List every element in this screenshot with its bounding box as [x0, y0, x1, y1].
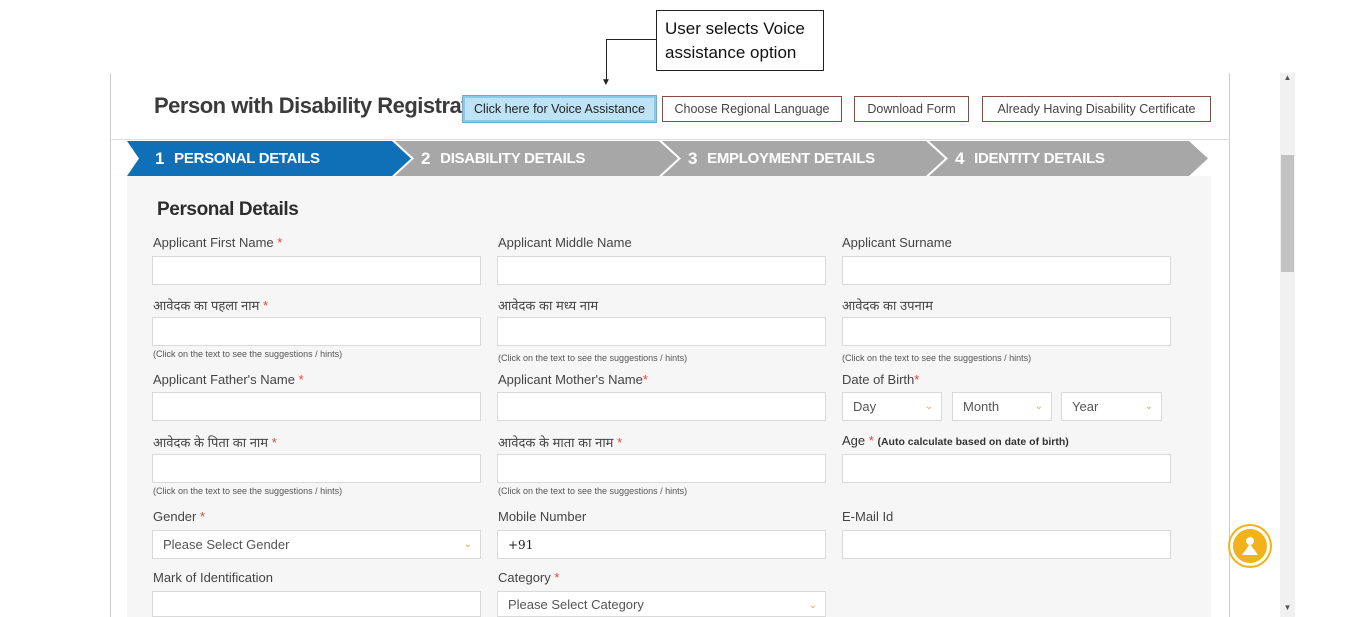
mark-of-identification-input[interactable] [152, 591, 481, 617]
callout-connector-vertical [606, 39, 607, 81]
callout-connector [606, 39, 656, 40]
email-input[interactable] [842, 530, 1171, 559]
step-label: PERSONAL DETAILS [174, 150, 320, 167]
father-name-input[interactable] [152, 392, 481, 421]
first-name-label: Applicant First Name * [153, 235, 283, 250]
step-employment-details[interactable]: 3 EMPLOYMENT DETAILS [660, 141, 875, 176]
hint-link[interactable]: (Click on the text to see the suggestion… [153, 486, 342, 496]
hint-link[interactable]: (Click on the text to see the suggestion… [498, 486, 687, 496]
step-personal-details[interactable]: 1 PERSONAL DETAILS [127, 141, 320, 176]
page-frame-left [110, 73, 111, 617]
mother-name-hindi-input[interactable] [497, 454, 826, 483]
chevron-down-icon: ⌄ [1034, 401, 1043, 412]
surname-hindi-label: आवेदक का उपनाम [842, 298, 933, 313]
step-label: IDENTITY DETAILS [974, 150, 1105, 167]
age-input[interactable] [842, 454, 1171, 483]
hint-link[interactable]: (Click on the text to see the suggestion… [498, 353, 687, 363]
arrow-down-icon: ▼ [601, 77, 611, 88]
chevron-down-icon: ⌄ [1144, 401, 1153, 412]
step-number: 4 [955, 148, 965, 168]
user-icon [1242, 537, 1258, 555]
category-label: Category * [498, 570, 560, 585]
section-title: Personal Details [157, 199, 299, 220]
chevron-down-icon: ⌄ [463, 539, 472, 550]
step-progress-bar: 1 PERSONAL DETAILS 2 DISABILITY DETAILS … [127, 141, 1209, 176]
step-number: 2 [421, 148, 431, 168]
dob-day-select[interactable]: Day ⌄ [842, 392, 942, 421]
voice-assistance-button[interactable]: Click here for Voice Assistance [462, 95, 657, 123]
select-value: Please Select Category [508, 596, 644, 612]
middle-name-label: Applicant Middle Name [498, 235, 632, 250]
select-value: Day [853, 399, 877, 414]
select-value: Please Select Gender [163, 537, 290, 552]
gender-select[interactable]: Please Select Gender ⌄ [152, 530, 481, 559]
dob-label: Date of Birth* [842, 372, 920, 387]
father-name-label: Applicant Father's Name * [153, 372, 304, 387]
step-number: 3 [688, 148, 698, 168]
middle-name-input[interactable] [497, 256, 826, 285]
gender-label: Gender * [153, 509, 206, 524]
first-name-hindi-input[interactable] [152, 317, 481, 346]
step-label: DISABILITY DETAILS [440, 150, 586, 167]
chevron-down-icon: ⌄ [808, 600, 817, 611]
mobile-input[interactable]: +91 [497, 530, 826, 559]
annotation-text: User selects Voice assistance option [665, 19, 805, 62]
accessibility-fab-button[interactable] [1230, 526, 1270, 566]
middle-name-hindi-label: आवेदक का मध्य नाम [498, 298, 599, 313]
hint-link[interactable]: (Click on the text to see the suggestion… [842, 353, 1031, 363]
select-value: Month [963, 399, 1000, 414]
father-name-hindi-label: आवेदक के पिता का नाम * [153, 435, 277, 450]
first-name-input[interactable] [152, 256, 481, 285]
scroll-up-icon[interactable]: ▲ [1280, 73, 1295, 83]
step-number: 1 [155, 148, 165, 168]
page-frame-right [1229, 73, 1230, 617]
regional-language-button[interactable]: Choose Regional Language [662, 96, 842, 122]
first-name-hindi-label: आवेदक का पहला नाम * [153, 298, 269, 313]
header-divider [110, 139, 1230, 140]
hint-link[interactable]: (Click on the text to see the suggestion… [153, 349, 342, 359]
disability-certificate-button[interactable]: Already Having Disability Certificate [982, 96, 1211, 122]
annotation-callout: User selects Voice assistance option [656, 10, 824, 71]
mother-name-input[interactable] [497, 392, 826, 421]
category-select[interactable]: Please Select Category ⌄ [497, 591, 826, 617]
middle-name-hindi-input[interactable] [497, 317, 826, 346]
scroll-down-icon[interactable]: ▼ [1280, 603, 1295, 613]
step-label: EMPLOYMENT DETAILS [707, 150, 875, 167]
scrollbar-thumb[interactable] [1281, 155, 1294, 272]
mark-of-identification-label: Mark of Identification [153, 570, 273, 585]
surname-hindi-input[interactable] [842, 317, 1171, 346]
mother-name-label: Applicant Mother's Name* [498, 372, 648, 387]
select-value: Year [1072, 399, 1099, 414]
father-name-hindi-input[interactable] [152, 454, 481, 483]
surname-input[interactable] [842, 256, 1171, 285]
download-form-button[interactable]: Download Form [854, 96, 969, 122]
age-label: Age * (Auto calculate based on date of b… [842, 433, 1069, 448]
page-title: Person with Disability Registration [154, 93, 500, 118]
mother-name-hindi-label: आवेदक के माता का नाम * [498, 435, 623, 450]
mobile-label: Mobile Number [498, 509, 587, 524]
step-disability-details[interactable]: 2 DISABILITY DETAILS [393, 141, 585, 176]
step-identity-details[interactable]: 4 IDENTITY DETAILS [927, 141, 1105, 176]
chevron-down-icon: ⌄ [924, 401, 933, 412]
surname-label: Applicant Surname [842, 235, 952, 250]
dob-year-select[interactable]: Year ⌄ [1061, 392, 1162, 421]
dob-month-select[interactable]: Month ⌄ [952, 392, 1052, 421]
email-label: E-Mail Id [842, 509, 894, 524]
